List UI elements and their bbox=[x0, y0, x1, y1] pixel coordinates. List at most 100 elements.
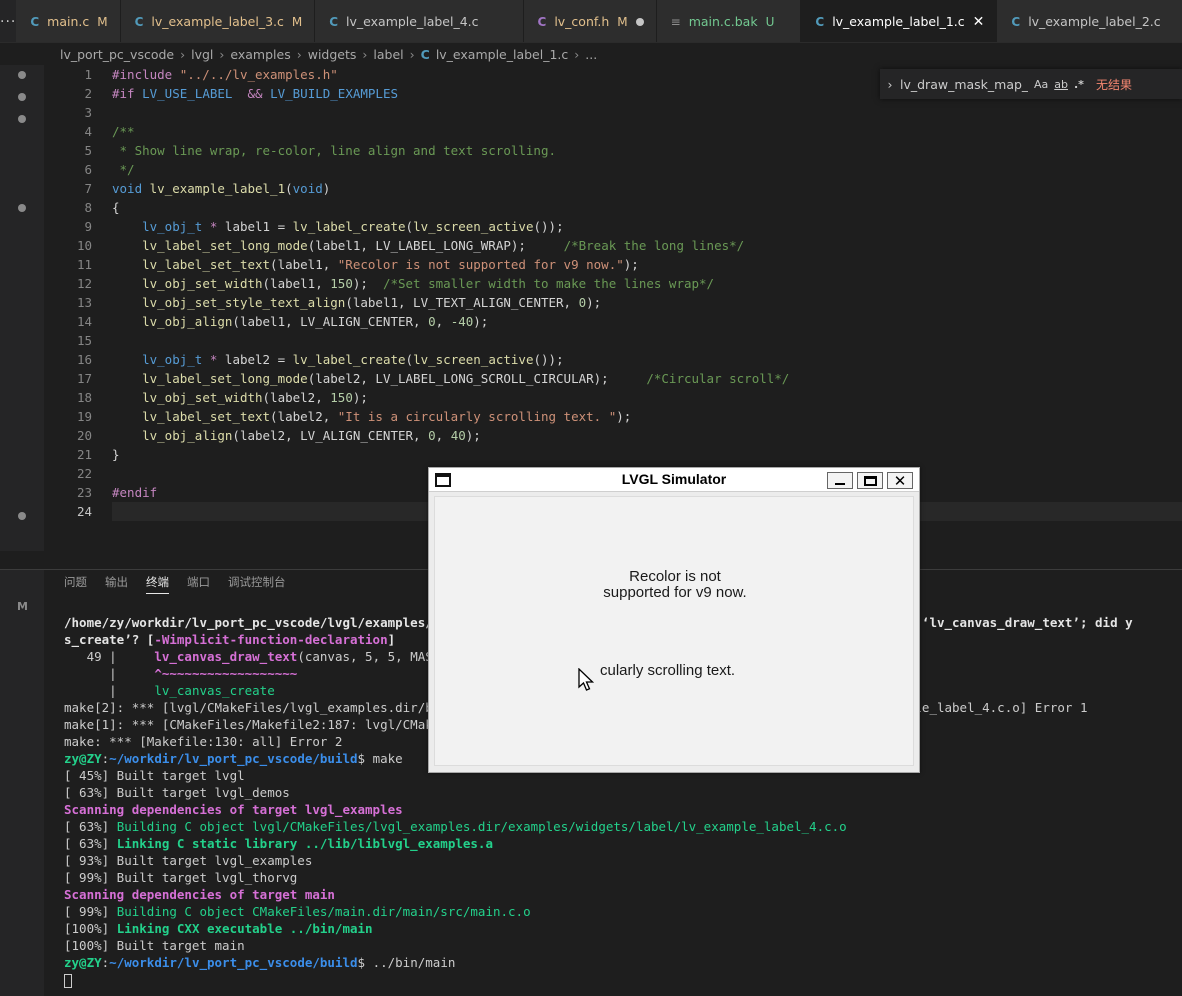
code-line[interactable]: */ bbox=[112, 160, 1182, 179]
terminal-text: lv_canvas_draw_text bbox=[154, 649, 298, 664]
terminal-text: [100%] Built target main bbox=[64, 938, 245, 953]
breakpoint-dot-icon[interactable] bbox=[18, 71, 26, 79]
code-line[interactable]: lv_label_set_long_mode(label2, LV_LABEL_… bbox=[112, 369, 1182, 388]
code-token: * Show line wrap, re-color, line align a… bbox=[112, 143, 557, 158]
tab-debug-console[interactable]: 调试控制台 bbox=[228, 574, 286, 594]
breadcrumb-item[interactable]: lv_example_label_1.c bbox=[436, 47, 568, 62]
tab-terminal[interactable]: 终端 bbox=[146, 574, 169, 594]
code-token: ); bbox=[352, 390, 368, 405]
breakpoint-dot-icon[interactable] bbox=[18, 93, 26, 101]
line-number: 12 bbox=[76, 276, 92, 291]
code-token: (label2, LV_ALIGN_CENTER, bbox=[232, 428, 429, 443]
breadcrumb-item[interactable]: ... bbox=[585, 47, 597, 62]
text-file-icon: ≡ bbox=[670, 14, 681, 29]
code-line[interactable]: lv_obj_t * label2 = lv_label_create(lv_s… bbox=[112, 350, 1182, 369]
chevron-right-icon: › bbox=[180, 46, 186, 62]
code-line[interactable]: lv_obj_set_width(label2, 150); bbox=[112, 388, 1182, 407]
code-token: /*Circular scroll*/ bbox=[646, 371, 790, 386]
simulator-display[interactable]: Recolor is not supported for v9 now. cul… bbox=[434, 496, 914, 766]
maximize-button[interactable] bbox=[857, 472, 883, 489]
breadcrumb-item[interactable]: lv_port_pc_vscode bbox=[60, 47, 174, 62]
terminal-text: Linking CXX executable ../bin/main bbox=[116, 921, 373, 936]
breadcrumb-item[interactable]: examples bbox=[230, 47, 290, 62]
line-number: 17 bbox=[76, 371, 92, 386]
code-token: 40 bbox=[450, 428, 466, 443]
breadcrumb-item[interactable]: widgets bbox=[308, 47, 357, 62]
line-number: 23 bbox=[76, 485, 92, 500]
terminal-text: s_create’? [ bbox=[64, 632, 155, 647]
code-line[interactable]: void lv_example_label_1(void) bbox=[112, 179, 1182, 198]
tab-output[interactable]: 输出 bbox=[105, 574, 128, 594]
terminal-line bbox=[64, 971, 1182, 988]
code-line[interactable]: lv_obj_align(label1, LV_ALIGN_CENTER, 0,… bbox=[112, 312, 1182, 331]
minimize-button[interactable] bbox=[827, 472, 853, 489]
code-line[interactable]: lv_label_set_text(label1, "Recolor is no… bbox=[112, 255, 1182, 274]
find-input[interactable]: lv_draw_mask_map_pa bbox=[900, 77, 1028, 92]
tab-lv-example-label-3[interactable]: C lv_example_label_3.c M bbox=[120, 0, 316, 42]
mouse-pointer-icon bbox=[578, 668, 595, 691]
tab-label: main.c bbox=[47, 14, 90, 29]
code-line[interactable]: } bbox=[112, 445, 1182, 464]
more-actions-icon[interactable]: ··· bbox=[0, 0, 16, 42]
find-widget: › lv_draw_mask_map_pa Aa ab .* 无结果 bbox=[880, 69, 1182, 99]
terminal-text: lv_canvas_create bbox=[154, 683, 275, 698]
code-token: ( bbox=[405, 219, 414, 234]
terminal-text: zy@ZY bbox=[64, 955, 102, 970]
use-regex-icon[interactable]: .* bbox=[1074, 78, 1084, 91]
breadcrumb: lv_port_pc_vscode › lvgl › examples › widge… bbox=[0, 43, 1182, 65]
lvgl-simulator-window[interactable]: LVGL Simulator ✕ Recolor is not supporte… bbox=[428, 467, 920, 773]
terminal-text: $ ../bin/main bbox=[357, 955, 456, 970]
unsaved-dot-icon[interactable] bbox=[635, 17, 644, 26]
tab-label: lv_conf.h bbox=[554, 14, 610, 29]
code-token: lv_obj_t bbox=[142, 352, 203, 367]
code-line[interactable] bbox=[112, 331, 1182, 350]
tab-lv-conf-h[interactable]: C lv_conf.h M bbox=[523, 0, 657, 42]
tab-main-c[interactable]: C main.c M bbox=[16, 0, 121, 42]
terminal-text: [100%] bbox=[64, 921, 117, 936]
code-token: { bbox=[112, 200, 120, 215]
tab-main-c-bak[interactable]: ≡ main.c.bak U bbox=[656, 0, 802, 42]
terminal-text: Scanning dependencies of target main bbox=[64, 887, 335, 902]
code-line[interactable]: lv_label_set_text(label2, "It is a circu… bbox=[112, 407, 1182, 426]
code-token: void bbox=[112, 181, 143, 196]
breadcrumb-item[interactable]: label bbox=[373, 47, 403, 62]
terminal-cursor bbox=[64, 973, 72, 988]
tab-lv-example-label-4[interactable]: C lv_example_label_4.c bbox=[315, 0, 524, 42]
tab-label: lv_example_label_1.c bbox=[832, 14, 965, 29]
code-line[interactable]: /** bbox=[112, 122, 1182, 141]
code-lines[interactable]: #include "../../lv_examples.h" #if LV_USE… bbox=[112, 65, 1182, 521]
code-line[interactable] bbox=[112, 103, 1182, 122]
close-tab-icon[interactable]: ✕ bbox=[973, 14, 985, 30]
code-line[interactable]: lv_obj_set_style_text_align(label1, LV_T… bbox=[112, 293, 1182, 312]
breakpoint-dot-icon[interactable] bbox=[18, 115, 26, 123]
simulator-title-bar[interactable]: LVGL Simulator ✕ bbox=[429, 468, 919, 492]
code-line[interactable]: lv_label_set_long_mode(label1, LV_LABEL_… bbox=[112, 236, 1182, 255]
modified-badge: M bbox=[97, 14, 108, 29]
code-line[interactable]: * Show line wrap, re-color, line align a… bbox=[112, 141, 1182, 160]
terminal-text: [ 63%] bbox=[64, 819, 117, 834]
code-line[interactable]: lv_obj_t * label1 = lv_label_create(lv_s… bbox=[112, 217, 1182, 236]
close-button[interactable]: ✕ bbox=[887, 472, 913, 490]
terminal-text: Building C object CMakeFiles/main.dir/ma… bbox=[116, 904, 531, 919]
tab-ports[interactable]: 端口 bbox=[187, 574, 210, 594]
match-case-icon[interactable]: Aa bbox=[1034, 78, 1048, 91]
code-token: lv_example_label_1 bbox=[149, 181, 286, 196]
toggle-replace-icon[interactable]: › bbox=[880, 77, 900, 92]
code-line[interactable]: lv_obj_set_width(label1, 150); /*Set sma… bbox=[112, 274, 1182, 293]
breadcrumb-item[interactable]: lvgl bbox=[191, 47, 213, 62]
code-line[interactable]: { bbox=[112, 198, 1182, 217]
panel-tab-bar: 问题 输出 终端 端口 调试控制台 bbox=[64, 574, 304, 594]
breakpoint-dot-icon[interactable] bbox=[18, 204, 26, 212]
breakpoint-dot-icon[interactable] bbox=[18, 512, 26, 520]
terminal-text: $ make bbox=[357, 751, 403, 766]
tab-lv-example-label-1[interactable]: C lv_example_label_1.c ✕ bbox=[801, 0, 998, 42]
code-line[interactable]: lv_obj_align(label2, LV_ALIGN_CENTER, 0,… bbox=[112, 426, 1182, 445]
match-whole-word-icon[interactable]: ab bbox=[1054, 78, 1068, 91]
tab-problems[interactable]: 问题 bbox=[64, 574, 87, 594]
tab-lv-example-label-2[interactable]: C lv_example_label_2.c bbox=[997, 0, 1182, 42]
